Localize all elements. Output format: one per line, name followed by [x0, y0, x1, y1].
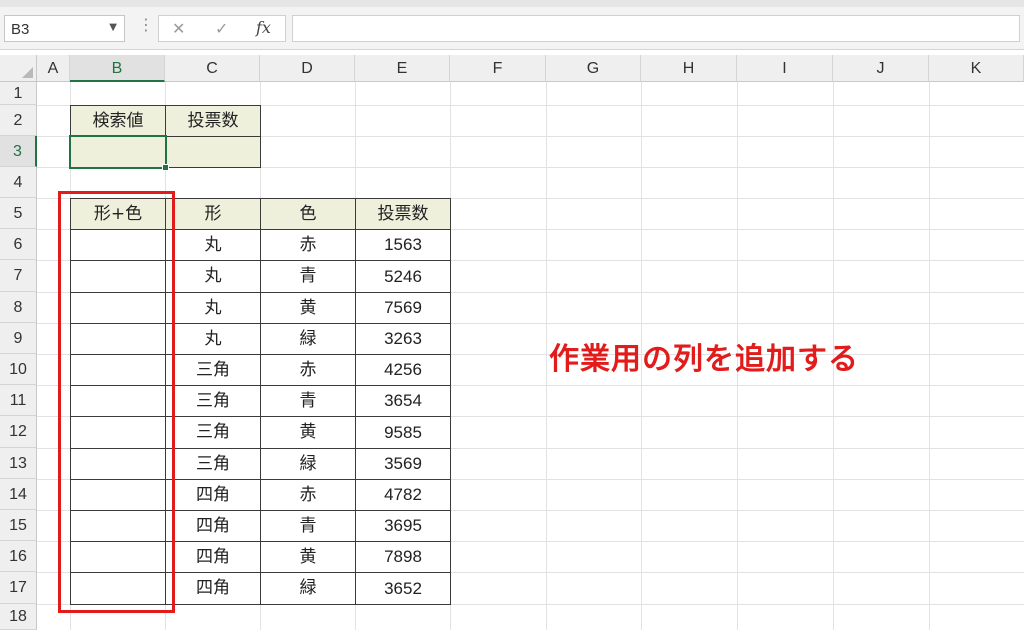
- shape-cell[interactable]: 三角: [165, 385, 261, 417]
- votes-cell[interactable]: 4782: [355, 479, 451, 511]
- row-header-5[interactable]: 5: [0, 198, 37, 229]
- row-header-8[interactable]: 8: [0, 292, 37, 323]
- search-table-header[interactable]: 投票数: [165, 105, 261, 137]
- color-cell[interactable]: 緑: [260, 448, 356, 480]
- shape-cell[interactable]: 丸: [165, 323, 261, 355]
- formula-input[interactable]: [292, 15, 1020, 42]
- gridline-vertical: [546, 82, 547, 630]
- row-header-15[interactable]: 15: [0, 510, 37, 541]
- row-header-10[interactable]: 10: [0, 354, 37, 385]
- window-top-strip: [0, 0, 1024, 7]
- votes-cell[interactable]: 5246: [355, 260, 451, 293]
- row-header-9[interactable]: 9: [0, 323, 37, 354]
- search-table-header[interactable]: 検索値: [70, 105, 166, 137]
- column-header-e[interactable]: E: [355, 55, 450, 82]
- votes-cell[interactable]: 3263: [355, 323, 451, 355]
- enter-check-icon[interactable]: ✓: [215, 19, 228, 38]
- row-header-12[interactable]: 12: [0, 416, 37, 448]
- shape-cell[interactable]: 三角: [165, 416, 261, 449]
- row-header-13[interactable]: 13: [0, 448, 37, 479]
- highlight-box: [58, 191, 175, 613]
- votes-cell[interactable]: 3652: [355, 572, 451, 605]
- shape-cell[interactable]: 四角: [165, 572, 261, 605]
- row-header-11[interactable]: 11: [0, 385, 37, 416]
- row-header-1[interactable]: 1: [0, 82, 37, 105]
- column-header-f[interactable]: F: [450, 55, 546, 82]
- row-header-3[interactable]: 3: [0, 136, 37, 167]
- votes-cell[interactable]: 1563: [355, 229, 451, 261]
- cancel-icon[interactable]: ✕: [172, 19, 185, 38]
- column-header-a[interactable]: A: [37, 55, 70, 82]
- select-all-corner[interactable]: [0, 55, 37, 82]
- more-options-icon[interactable]: ⋮: [138, 15, 154, 34]
- votes-cell[interactable]: 3654: [355, 385, 451, 417]
- shape-cell[interactable]: 四角: [165, 541, 261, 573]
- data-table-header[interactable]: 形: [165, 198, 261, 230]
- annotation-text: 作業用の列を追加する: [549, 342, 859, 377]
- row-header-17[interactable]: 17: [0, 572, 37, 604]
- search-result-cell[interactable]: [165, 136, 261, 168]
- votes-cell[interactable]: 7569: [355, 292, 451, 324]
- data-table-header[interactable]: 投票数: [355, 198, 451, 230]
- color-cell[interactable]: 赤: [260, 479, 356, 511]
- name-box-value: B3: [11, 21, 30, 38]
- column-header-k[interactable]: K: [929, 55, 1024, 82]
- column-header-j[interactable]: J: [833, 55, 929, 82]
- column-header-d[interactable]: D: [260, 55, 355, 82]
- cell-selection-outline: [69, 135, 167, 169]
- color-cell[interactable]: 黄: [260, 292, 356, 324]
- column-header-b[interactable]: B: [70, 55, 165, 82]
- data-table-header[interactable]: 色: [260, 198, 356, 230]
- formula-bar: B3 ▼ ⋮ ✕ ✓ fx: [0, 7, 1024, 50]
- shape-cell[interactable]: 四角: [165, 479, 261, 511]
- column-header-i[interactable]: I: [737, 55, 833, 82]
- name-box[interactable]: B3 ▼: [4, 15, 125, 42]
- shape-cell[interactable]: 丸: [165, 260, 261, 293]
- shape-cell[interactable]: 四角: [165, 510, 261, 542]
- row-header-18[interactable]: 18: [0, 604, 37, 630]
- color-cell[interactable]: 青: [260, 260, 356, 293]
- column-header-g[interactable]: G: [546, 55, 641, 82]
- row-header-6[interactable]: 6: [0, 229, 37, 260]
- shape-cell[interactable]: 丸: [165, 229, 261, 261]
- column-header-c[interactable]: C: [165, 55, 260, 82]
- votes-cell[interactable]: 3695: [355, 510, 451, 542]
- fill-handle[interactable]: [162, 164, 169, 171]
- row-header-4[interactable]: 4: [0, 167, 37, 198]
- color-cell[interactable]: 緑: [260, 572, 356, 605]
- votes-cell[interactable]: 9585: [355, 416, 451, 449]
- votes-cell[interactable]: 7898: [355, 541, 451, 573]
- shape-cell[interactable]: 三角: [165, 354, 261, 386]
- shape-cell[interactable]: 丸: [165, 292, 261, 324]
- gridline-vertical: [929, 82, 930, 630]
- column-header-h[interactable]: H: [641, 55, 737, 82]
- votes-cell[interactable]: 4256: [355, 354, 451, 386]
- color-cell[interactable]: 青: [260, 385, 356, 417]
- row-header-14[interactable]: 14: [0, 479, 37, 510]
- votes-cell[interactable]: 3569: [355, 448, 451, 480]
- chevron-down-icon[interactable]: ▼: [109, 22, 117, 33]
- insert-function-icon[interactable]: fx: [256, 18, 271, 37]
- row-header-2[interactable]: 2: [0, 105, 37, 136]
- color-cell[interactable]: 黄: [260, 541, 356, 573]
- row-header-16[interactable]: 16: [0, 541, 37, 572]
- color-cell[interactable]: 赤: [260, 354, 356, 386]
- formula-buttons: ✕ ✓ fx: [158, 15, 286, 42]
- color-cell[interactable]: 青: [260, 510, 356, 542]
- color-cell[interactable]: 赤: [260, 229, 356, 261]
- color-cell[interactable]: 緑: [260, 323, 356, 355]
- row-header-7[interactable]: 7: [0, 260, 37, 292]
- shape-cell[interactable]: 三角: [165, 448, 261, 480]
- color-cell[interactable]: 黄: [260, 416, 356, 449]
